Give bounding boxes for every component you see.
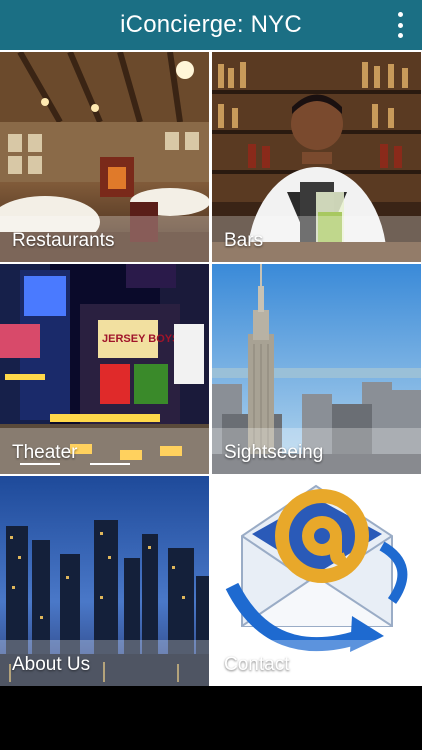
more-vert-icon[interactable]	[390, 12, 410, 38]
tile-label-restaurants: Restaurants	[12, 230, 115, 251]
app-title: iConcierge: NYC	[120, 11, 302, 38]
tile-contact[interactable]: Contact	[212, 476, 421, 686]
tile-about-us[interactable]: About Us	[0, 476, 209, 686]
tile-theater[interactable]: JERSEY BOYS Theater	[0, 264, 209, 474]
tile-label-bars: Bars	[224, 230, 264, 251]
tile-label-contact: Contact	[224, 654, 290, 675]
tile-restaurants[interactable]: Restaurants	[0, 52, 209, 262]
tile-bars[interactable]: Bars	[212, 52, 421, 262]
tile-label-about-us: About Us	[12, 654, 91, 675]
svg-text:JERSEY BOYS: JERSEY BOYS	[102, 333, 179, 345]
tile-label-sightseeing: Sightseeing	[224, 442, 324, 463]
app-bar: iConcierge: NYC	[0, 0, 422, 50]
tile-label-theater: Theater	[12, 442, 78, 463]
bottom-bar	[0, 686, 422, 750]
tile-sightseeing[interactable]: Sightseeing	[212, 264, 421, 474]
category-grid: Restaurants Bars JERSEY BOYS Theater Sig…	[0, 50, 422, 686]
